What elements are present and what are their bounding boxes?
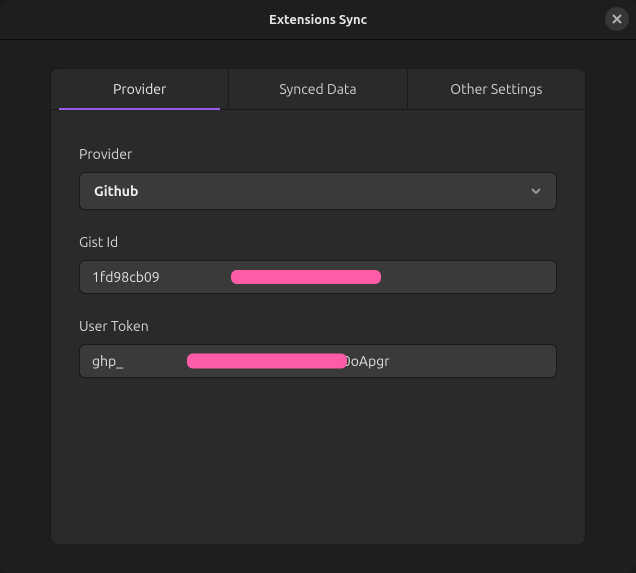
tab-synced-data-label: Synced Data bbox=[279, 81, 356, 97]
settings-panel: Provider Synced Data Other Settings Prov… bbox=[50, 68, 586, 545]
gist-id-field: Gist Id bbox=[79, 234, 557, 294]
tab-other-settings-label: Other Settings bbox=[450, 81, 542, 97]
tab-provider[interactable]: Provider bbox=[51, 69, 229, 109]
user-token-field: User Token bbox=[79, 318, 557, 378]
user-token-input[interactable] bbox=[79, 344, 557, 378]
gist-id-input-wrapper bbox=[79, 260, 557, 294]
gist-id-input[interactable] bbox=[79, 260, 557, 294]
provider-value: Github bbox=[94, 183, 138, 199]
provider-select[interactable]: Github bbox=[79, 172, 557, 210]
gist-id-label: Gist Id bbox=[79, 234, 557, 250]
window: Extensions Sync Provider Synced Data Oth… bbox=[0, 0, 636, 573]
tab-other-settings[interactable]: Other Settings bbox=[408, 69, 585, 109]
provider-field: Provider Github bbox=[79, 146, 557, 210]
chevron-down-icon bbox=[530, 185, 542, 197]
window-title: Extensions Sync bbox=[269, 13, 367, 27]
tab-synced-data[interactable]: Synced Data bbox=[229, 69, 407, 109]
tab-content: Provider Github Gist Id User Token bbox=[51, 110, 585, 544]
titlebar: Extensions Sync bbox=[0, 0, 636, 40]
user-token-input-wrapper bbox=[79, 344, 557, 378]
user-token-label: User Token bbox=[79, 318, 557, 334]
provider-label: Provider bbox=[79, 146, 557, 162]
tab-provider-label: Provider bbox=[113, 81, 166, 97]
content-area: Provider Synced Data Other Settings Prov… bbox=[0, 40, 636, 573]
tab-bar: Provider Synced Data Other Settings bbox=[51, 69, 585, 110]
close-button[interactable] bbox=[605, 7, 629, 31]
close-icon bbox=[611, 13, 623, 25]
